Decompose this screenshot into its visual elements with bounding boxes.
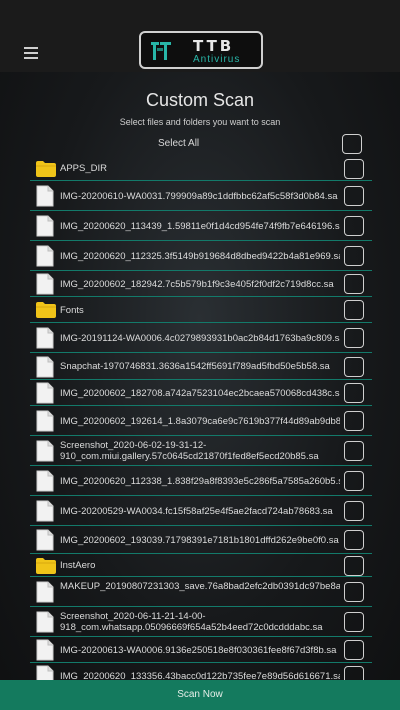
file-row[interactable]: IMG-20200610-WA0031.799909a89c1ddfbbc62a… bbox=[30, 181, 372, 211]
file-name: Snapchat-1970746831.3636a1542ff5691f789a… bbox=[60, 361, 330, 372]
file-name: IMG_20200620_113439_1.59811e0f1d4cd954fe… bbox=[60, 220, 340, 232]
item-checkbox[interactable] bbox=[344, 555, 364, 576]
file-row[interactable]: IMG_20200602_182942.7c5b579b1f9c3e405f2f… bbox=[30, 271, 372, 297]
file-name: Screenshot_2020-06-02-19-31-12-910_com.m… bbox=[60, 440, 319, 462]
file-icon bbox=[36, 470, 54, 492]
file-name: Screenshot_2020-06-11-21-14-00-918_com.w… bbox=[60, 611, 323, 633]
item-checkbox[interactable] bbox=[344, 441, 364, 461]
file-name: IMG-20191124-WA0006.4c0279893931b0ac2b84… bbox=[60, 332, 340, 344]
item-checkbox[interactable] bbox=[344, 471, 364, 491]
file-icon bbox=[36, 500, 54, 522]
file-icon bbox=[36, 215, 54, 237]
file-name: IMG_20200602_182708.a742a7523104ec2bcaea… bbox=[60, 387, 340, 399]
file-name: IMG-20200610-WA0031.799909a89c1ddfbbc62a… bbox=[60, 190, 338, 202]
file-row[interactable]: IMG_20200620_112338_1.838f29a8f8393e5c28… bbox=[30, 466, 372, 496]
file-icon bbox=[36, 410, 54, 432]
file-name: IMG_20200620_133356.43bacc0d122b735fee7e… bbox=[60, 670, 340, 681]
item-checkbox[interactable] bbox=[344, 300, 364, 320]
file-row[interactable]: IMG_20200620_113439_1.59811e0f1d4cd954fe… bbox=[30, 211, 372, 241]
app-header: TTB Antivirus bbox=[0, 0, 400, 72]
file-icon bbox=[36, 382, 54, 404]
select-all-label: Select All bbox=[158, 138, 200, 149]
file-name: IMG_20200602_192614_1.8a3079ca6e9c7619b3… bbox=[60, 415, 340, 427]
file-icon bbox=[36, 185, 54, 207]
page-subtitle: Select files and folders you want to sca… bbox=[119, 117, 281, 127]
item-checkbox[interactable] bbox=[344, 216, 364, 236]
logo-subtitle: Antivirus bbox=[193, 54, 241, 65]
file-row[interactable]: MAKEUP_20190807231303_save.76a8bad2efc2d… bbox=[30, 577, 372, 607]
item-checkbox[interactable] bbox=[344, 501, 364, 521]
shield-logo-icon bbox=[151, 42, 171, 60]
folder-row[interactable]: APPS_DIR bbox=[30, 156, 372, 181]
folder-icon bbox=[36, 160, 56, 177]
file-icon bbox=[36, 245, 54, 267]
menu-icon[interactable] bbox=[24, 47, 40, 59]
file-row[interactable]: IMG_20200602_192614_1.8a3079ca6e9c7619b3… bbox=[30, 406, 372, 436]
file-row[interactable]: Snapchat-1970746831.3636a1542ff5691f789a… bbox=[30, 353, 372, 380]
item-checkbox[interactable] bbox=[344, 158, 364, 179]
item-checkbox[interactable] bbox=[344, 356, 364, 377]
file-row[interactable]: IMG-20191124-WA0006.4c0279893931b0ac2b84… bbox=[30, 323, 372, 353]
file-name: IMG_20200602_193039.71798391e7181b1801df… bbox=[60, 534, 339, 546]
folder-name: Fonts bbox=[60, 304, 84, 316]
file-name: IMG-20200529-WA0034.fc15f58af25e4f5ae2fa… bbox=[60, 505, 333, 517]
file-name: IMG_20200620_112325.3f5149b919684d8dbed9… bbox=[60, 250, 340, 262]
item-checkbox[interactable] bbox=[344, 186, 364, 206]
scan-now-button[interactable]: Scan Now bbox=[0, 680, 400, 710]
file-row[interactable]: IMG-20200613-WA0006.9136e250518e8f030361… bbox=[30, 637, 372, 663]
file-name: IMG-20200613-WA0006.9136e250518e8f030361… bbox=[60, 644, 337, 656]
folder-icon bbox=[36, 557, 56, 574]
file-row[interactable]: IMG_20200602_182708.a742a7523104ec2bcaea… bbox=[30, 380, 372, 406]
item-checkbox[interactable] bbox=[344, 612, 364, 632]
item-checkbox[interactable] bbox=[344, 383, 364, 403]
item-checkbox[interactable] bbox=[344, 582, 364, 602]
folder-row[interactable]: Fonts bbox=[30, 297, 372, 323]
file-icon bbox=[36, 581, 54, 603]
file-row[interactable]: IMG_20200620_133356.43bacc0d122b735fee7e… bbox=[30, 663, 372, 680]
file-icon bbox=[36, 665, 54, 680]
item-checkbox[interactable] bbox=[344, 640, 364, 660]
file-list[interactable]: APPS_DIR IMG-20200610-WA0031.799909a89c1d… bbox=[0, 156, 400, 680]
item-checkbox[interactable] bbox=[344, 411, 364, 431]
file-row[interactable]: IMG_20200602_193039.71798391e7181b1801df… bbox=[30, 526, 372, 554]
file-name: MAKEUP_20190807231303_save.76a8bad2efc2d… bbox=[60, 581, 340, 592]
file-icon bbox=[36, 639, 54, 661]
file-name: IMG_20200620_112338_1.838f29a8f8393e5c28… bbox=[60, 475, 340, 487]
item-checkbox[interactable] bbox=[344, 246, 364, 266]
item-checkbox[interactable] bbox=[344, 274, 364, 294]
file-icon bbox=[36, 440, 54, 462]
file-icon bbox=[36, 327, 54, 349]
folder-icon bbox=[36, 302, 56, 318]
file-row[interactable]: Screenshot_2020-06-02-19-31-12-910_com.m… bbox=[30, 436, 372, 466]
app-logo: TTB Antivirus bbox=[139, 31, 263, 69]
file-icon bbox=[36, 273, 54, 295]
item-checkbox[interactable] bbox=[344, 666, 364, 680]
file-icon bbox=[36, 611, 54, 633]
folder-name: APPS_DIR bbox=[60, 163, 107, 174]
file-icon bbox=[36, 356, 54, 377]
item-checkbox[interactable] bbox=[344, 328, 364, 348]
select-all-checkbox[interactable] bbox=[342, 134, 362, 154]
file-row[interactable]: IMG_20200620_112325.3f5149b919684d8dbed9… bbox=[30, 241, 372, 271]
file-name: IMG_20200602_182942.7c5b579b1f9c3e405f2f… bbox=[60, 278, 334, 290]
file-icon bbox=[36, 529, 54, 551]
page-title: Custom Scan bbox=[145, 90, 255, 110]
item-checkbox[interactable] bbox=[344, 530, 364, 550]
folder-row[interactable]: InstAero bbox=[30, 554, 372, 577]
folder-name: InstAero bbox=[60, 560, 96, 571]
file-row[interactable]: Screenshot_2020-06-11-21-14-00-918_com.w… bbox=[30, 607, 372, 637]
logo-title: TTB bbox=[193, 37, 235, 55]
file-row[interactable]: IMG-20200529-WA0034.fc15f58af25e4f5ae2fa… bbox=[30, 496, 372, 526]
